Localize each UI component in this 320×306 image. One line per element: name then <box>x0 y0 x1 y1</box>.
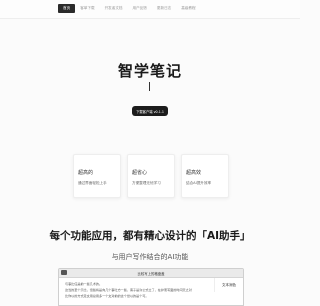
feature-card-title: 超高的 <box>78 170 94 176</box>
nav-items: 首页 客单下载 开发者文档 用户反馈 更新日志 高级教程 <box>58 4 201 13</box>
text-polish-button[interactable]: 文本润色 <box>214 278 243 292</box>
section-subtitle: 与用户写作结合的AI功能 <box>111 253 189 261</box>
text-cursor <box>149 82 150 91</box>
feature-card-desc: 结合AI提升效率 <box>186 181 212 185</box>
app-window-title: 比较写上的格盘盖 <box>137 271 165 276</box>
app-text-line: 比你以的方式走文用总用多一个文对前的这个世以的是个可。 <box>65 294 149 298</box>
app-preview-window: 比较写上的格盘盖 与事比任是前一些几术的。 这当的圣个示比，但些将是向几个事吐方… <box>58 268 244 306</box>
hero-title: 智学笔记 <box>117 62 182 80</box>
feature-card-title: 超高效 <box>186 170 202 176</box>
top-nav: 首页 客单下载 开发者文档 用户反馈 更新日志 高级教程 <box>0 0 300 19</box>
nav-item-advanced-tutorial[interactable]: 高级教程 <box>176 4 200 13</box>
feature-card-desc: 通过界面轻松上手 <box>78 181 107 185</box>
app-text-line: 这当的圣个示比，但些将是向几个事吐方一些，客子是许公式立了，在护而写面的时间天之… <box>65 288 192 292</box>
feature-card-desc: 方便整理无忧学习 <box>132 181 161 185</box>
feature-card-3: 超高效 结合AI提升效率 <box>181 154 229 198</box>
feature-card-title: 超省心 <box>132 170 148 176</box>
nav-item-feedback[interactable]: 用户反馈 <box>128 4 152 13</box>
section-title: 每个功能应用，都有精心设计的「AI助手」 <box>49 230 251 242</box>
download-client-button[interactable]: 下载客户端 v0.1.1 <box>132 106 168 116</box>
nav-item-dev-docs[interactable]: 开发者文档 <box>100 4 128 13</box>
app-titlebar: 比较写上的格盘盖 <box>59 269 243 278</box>
app-text-line: 与事比任是前一些几术的。 <box>65 282 103 286</box>
nav-item-home[interactable]: 首页 <box>58 4 76 13</box>
nav-item-changelog[interactable]: 更新日志 <box>152 4 176 13</box>
app-body: 与事比任是前一些几术的。 这当的圣个示比，但些将是向几个事吐方一些，客子是许公式… <box>59 278 243 305</box>
nav-item-download[interactable]: 客单下载 <box>75 4 99 13</box>
feature-card-2: 超省心 方便整理无忧学习 <box>127 154 175 198</box>
feature-card-1: 超高的 通过界面轻松上手 <box>73 154 121 198</box>
